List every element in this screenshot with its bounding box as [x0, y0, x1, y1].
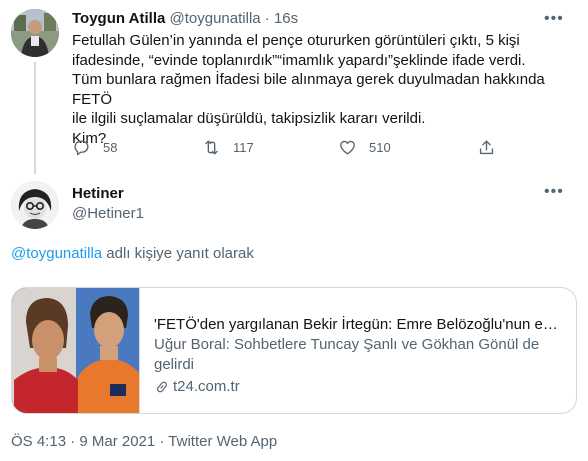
tweet-header: Toygun Atilla @toygunatilla · 16s — [72, 9, 298, 29]
card-text: 'FETÖ'den yargılanan Bekir İrtegün: Emre… — [154, 315, 564, 397]
tweet-timestamp[interactable]: ÖS 4:13 · 9 Mar 2021 · Twitter Web App — [11, 432, 277, 452]
reply-to-label: adlı kişiye yanıt olarak — [102, 245, 254, 262]
reply-icon — [74, 139, 89, 155]
card-domain-text: t24.com.tr — [173, 378, 240, 395]
reply-author-name[interactable]: Hetiner — [72, 184, 124, 204]
replying-to: @toygunatilla adlı kişiye yanıt olarak — [11, 244, 254, 264]
thread-connector-line — [34, 62, 36, 174]
reply-count: 58 — [103, 139, 118, 155]
avatar-hetiner[interactable] — [11, 181, 59, 229]
heart-icon — [340, 140, 355, 155]
card-thumbnail — [12, 288, 140, 413]
share-icon — [479, 139, 494, 154]
avatar-toygun[interactable] — [11, 9, 59, 57]
more-icon[interactable]: ••• — [544, 11, 564, 27]
tweet-line: Fetullah Gülen’in yanında el pençe oturu… — [72, 32, 520, 49]
card-title: 'FETÖ'den yargılanan Bekir İrtegün: Emre… — [154, 316, 564, 333]
reply-author-handle[interactable]: @Hetiner1 — [72, 204, 144, 224]
author-name[interactable]: Toygun Atilla — [72, 10, 165, 27]
more-icon[interactable]: ••• — [544, 184, 564, 200]
card-description: Uğur Boral: Sohbetlere Tuncay Şanlı ve G… — [154, 336, 540, 373]
share-button[interactable] — [477, 135, 508, 159]
like-button[interactable]: 510 — [338, 135, 391, 159]
retweet-button[interactable]: 117 — [202, 135, 254, 159]
tweet-line: ile ilgili suçlamalar düşürüldü, takipsi… — [72, 110, 426, 128]
header-separator: · — [264, 10, 270, 27]
author-handle[interactable]: @toygunatilla — [170, 10, 261, 27]
tweet-actions: 58 117 510 — [72, 135, 502, 159]
avatar-image — [11, 181, 59, 229]
retweet-count: 117 — [233, 139, 254, 155]
tweet-text: Fetullah Gülen’in yanında el pençe oturu… — [72, 31, 562, 149]
link-card[interactable]: 'FETÖ'den yargılanan Bekir İrtegün: Emre… — [11, 287, 577, 414]
card-domain: t24.com.tr — [154, 377, 564, 397]
reply-button[interactable]: 58 — [72, 135, 117, 159]
avatar-image — [11, 9, 59, 57]
tweet-time[interactable]: 16s — [274, 10, 298, 27]
tweet-line: Tüm bunlara rağmen İfadesi bile alınmaya… — [72, 71, 545, 108]
like-count: 510 — [369, 139, 391, 155]
reply-mention-link[interactable]: @toygunatilla — [11, 245, 102, 262]
link-icon — [156, 381, 168, 393]
retweet-icon — [205, 139, 218, 155]
tweet-line: ifadesinde, “evinde toplanırdık”“imamlık… — [72, 51, 526, 69]
